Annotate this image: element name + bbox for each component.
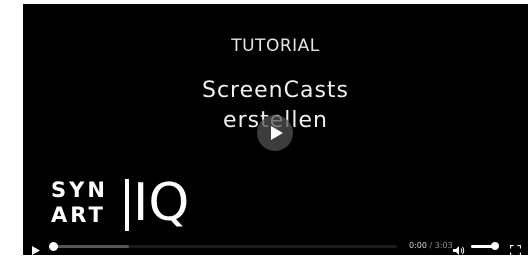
video-title-line-1: ScreenCasts (201, 78, 350, 103)
logo-divider (125, 179, 129, 231)
volume-icon (453, 246, 465, 255)
progress-bar[interactable] (49, 242, 397, 251)
mute-button[interactable] (453, 241, 465, 255)
time-display: 0:00 / 3:03 (409, 241, 453, 250)
progress-handle[interactable] (49, 242, 58, 251)
volume-slider[interactable] (471, 242, 499, 250)
synartiq-logo: SYN ART IQ (51, 174, 189, 236)
volume-handle[interactable] (490, 242, 499, 250)
fullscreen-icon (509, 244, 522, 255)
play-icon (271, 126, 283, 140)
current-time: 0:00 (409, 241, 427, 250)
play-button[interactable] (31, 241, 41, 255)
video-frame[interactable]: TUTORIAL ScreenCasts erstellen SYN ART I… (23, 4, 528, 238)
logo-line-1: SYN (51, 178, 108, 202)
tutorial-label: TUTORIAL (231, 36, 320, 56)
time-separator: / (429, 241, 433, 250)
video-player[interactable]: TUTORIAL ScreenCasts erstellen SYN ART I… (23, 4, 528, 255)
logo-line-2: ART (51, 203, 106, 227)
control-bar: 0:00 / 3:03 (23, 238, 528, 255)
fullscreen-button[interactable] (509, 241, 522, 255)
logo-mark: IQ (133, 173, 190, 233)
big-play-button[interactable] (257, 115, 293, 151)
buffered-range (53, 245, 129, 248)
play-icon (32, 246, 40, 255)
duration: 3:03 (434, 241, 453, 250)
